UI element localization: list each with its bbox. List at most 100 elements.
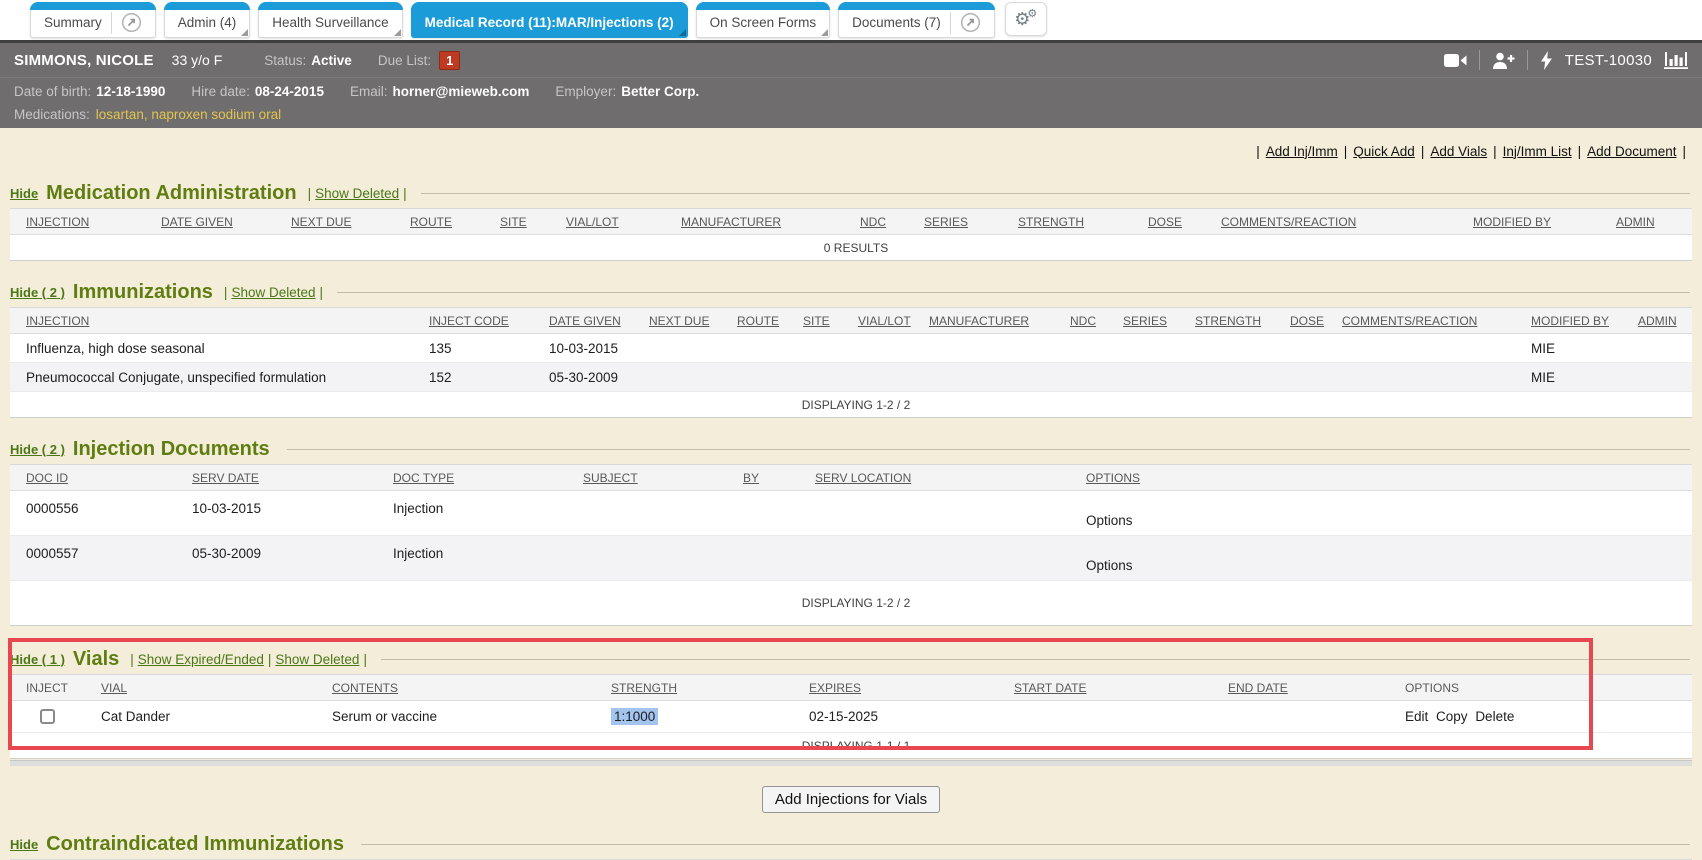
hide-link[interactable]: Hide ( 1 ): [10, 652, 65, 667]
cell: [1632, 334, 1692, 363]
col-vial-lot[interactable]: VIAL/LOT: [852, 308, 923, 334]
col-subject[interactable]: SUBJECT: [577, 465, 737, 491]
tab-documents[interactable]: Documents (7): [838, 2, 995, 38]
col-site[interactable]: SITE: [494, 209, 560, 235]
hide-link[interactable]: Hide: [10, 186, 38, 201]
inj-imm-list-link[interactable]: Inj/Imm List: [1503, 144, 1572, 159]
col-expires[interactable]: EXPIRES: [803, 675, 1008, 701]
col-admin[interactable]: ADMIN: [1610, 209, 1692, 235]
col-site[interactable]: SITE: [797, 308, 852, 334]
col-options[interactable]: OPTIONS: [1080, 465, 1692, 491]
cell: [852, 334, 923, 363]
col-comments[interactable]: COMMENTS/REACTION: [1336, 308, 1525, 334]
tab-summary[interactable]: Summary: [30, 2, 156, 38]
col-modified-by[interactable]: MODIFIED BY: [1525, 308, 1632, 334]
col-end-date[interactable]: END DATE: [1222, 675, 1399, 701]
options-link[interactable]: Options: [1086, 558, 1133, 573]
col-doc-type[interactable]: DOC TYPE: [387, 465, 577, 491]
hire-date-label: Hire date:: [191, 84, 250, 99]
bar-chart-icon[interactable]: [1664, 52, 1688, 69]
patient-header: SIMMONS, NICOLE 33 y/o F Status: Active …: [0, 40, 1702, 128]
tab-medical-record[interactable]: Medical Record (11):MAR/Injections (2): [411, 2, 688, 38]
col-inject-code[interactable]: INJECT CODE: [423, 308, 543, 334]
vial-checkbox[interactable]: [40, 709, 55, 724]
video-camera-icon[interactable]: [1444, 53, 1467, 68]
col-strength[interactable]: STRENGTH: [605, 675, 803, 701]
add-inj-imm-link[interactable]: Add Inj/Imm: [1266, 144, 1338, 159]
vials-table: INJECT VIAL CONTENTS STRENGTH EXPIRES ST…: [10, 674, 1692, 759]
col-injection[interactable]: INJECTION: [10, 308, 423, 334]
lightning-icon[interactable]: [1540, 51, 1553, 70]
tab-admin[interactable]: Admin (4): [164, 2, 251, 38]
col-manufacturer[interactable]: MANUFACTURER: [923, 308, 1064, 334]
col-manufacturer[interactable]: MANUFACTURER: [675, 209, 854, 235]
col-dose[interactable]: DOSE: [1142, 209, 1215, 235]
add-vials-link[interactable]: Add Vials: [1430, 144, 1487, 159]
col-series[interactable]: SERIES: [1117, 308, 1189, 334]
col-next-due[interactable]: NEXT DUE: [643, 308, 731, 334]
col-injection[interactable]: INJECTION: [10, 209, 155, 235]
separator: |: [1344, 144, 1348, 159]
col-next-due[interactable]: NEXT DUE: [285, 209, 404, 235]
chart-id: TEST-10030: [1565, 52, 1652, 69]
cell: [643, 334, 731, 363]
col-admin[interactable]: ADMIN: [1632, 308, 1692, 334]
divider: [111, 12, 112, 34]
col-vial-lot[interactable]: VIAL/LOT: [560, 209, 675, 235]
col-ndc[interactable]: NDC: [1064, 308, 1117, 334]
hide-link[interactable]: Hide ( 2 ): [10, 442, 65, 457]
delete-link[interactable]: Delete: [1475, 709, 1514, 724]
show-expired-link[interactable]: Show Expired/Ended: [138, 652, 264, 667]
tab-label: Summary: [44, 15, 102, 30]
add-injections-for-vials-button[interactable]: Add Injections for Vials: [762, 786, 940, 813]
settings-gear-button[interactable]: ⚙ ⚙: [1005, 2, 1047, 36]
separator: |: [308, 186, 312, 201]
options-link[interactable]: Options: [1086, 513, 1133, 528]
table-row: Cat Dander Serum or vaccine 1:1000 02-15…: [10, 701, 1692, 733]
col-vial[interactable]: VIAL: [95, 675, 326, 701]
gear-icon: ⚙: [1027, 9, 1037, 20]
due-list-badge[interactable]: 1: [439, 51, 460, 70]
col-contents[interactable]: CONTENTS: [326, 675, 605, 701]
col-serv-date[interactable]: SERV DATE: [186, 465, 387, 491]
cell: [1117, 334, 1189, 363]
col-route[interactable]: ROUTE: [404, 209, 494, 235]
medications-value[interactable]: losartan, naproxen sodium oral: [96, 107, 281, 122]
separator: |: [130, 652, 134, 667]
copy-link[interactable]: Copy: [1436, 709, 1468, 724]
show-deleted-link[interactable]: Show Deleted: [231, 285, 315, 300]
tab-label: Medical Record (11):MAR/Injections (2): [425, 15, 674, 30]
col-doc-id[interactable]: DOC ID: [10, 465, 186, 491]
col-by[interactable]: BY: [737, 465, 809, 491]
col-strength[interactable]: STRENGTH: [1012, 209, 1142, 235]
show-deleted-link[interactable]: Show Deleted: [275, 652, 359, 667]
quick-add-link[interactable]: Quick Add: [1353, 144, 1415, 159]
col-dose[interactable]: DOSE: [1284, 308, 1336, 334]
add-person-icon[interactable]: [1492, 52, 1515, 69]
col-comments[interactable]: COMMENTS/REACTION: [1215, 209, 1467, 235]
col-serv-location[interactable]: SERV LOCATION: [809, 465, 1080, 491]
col-start-date[interactable]: START DATE: [1008, 675, 1222, 701]
col-strength[interactable]: STRENGTH: [1189, 308, 1284, 334]
show-deleted-link[interactable]: Show Deleted: [315, 186, 399, 201]
edit-link[interactable]: Edit: [1405, 709, 1428, 724]
col-modified-by[interactable]: MODIFIED BY: [1467, 209, 1610, 235]
tab-health-surveillance[interactable]: Health Surveillance: [258, 2, 402, 38]
tab-on-screen-forms[interactable]: On Screen Forms: [696, 2, 831, 38]
col-date-given[interactable]: DATE GIVEN: [543, 308, 643, 334]
col-route[interactable]: ROUTE: [731, 308, 797, 334]
separator: |: [320, 285, 324, 300]
cell: [809, 491, 1080, 536]
paging-status: DISPLAYING 1-1 / 1: [10, 733, 1692, 759]
divider: [1479, 50, 1480, 70]
cell: [1064, 363, 1117, 392]
col-series[interactable]: SERIES: [918, 209, 1012, 235]
col-ndc[interactable]: NDC: [854, 209, 918, 235]
popout-icon[interactable]: [960, 12, 981, 33]
add-document-link[interactable]: Add Document: [1587, 144, 1676, 159]
col-date-given[interactable]: DATE GIVEN: [155, 209, 285, 235]
popout-icon[interactable]: [121, 12, 142, 33]
employer-value: Better Corp.: [621, 84, 699, 99]
hide-link[interactable]: Hide ( 2 ): [10, 285, 65, 300]
hide-link[interactable]: Hide: [10, 837, 38, 852]
